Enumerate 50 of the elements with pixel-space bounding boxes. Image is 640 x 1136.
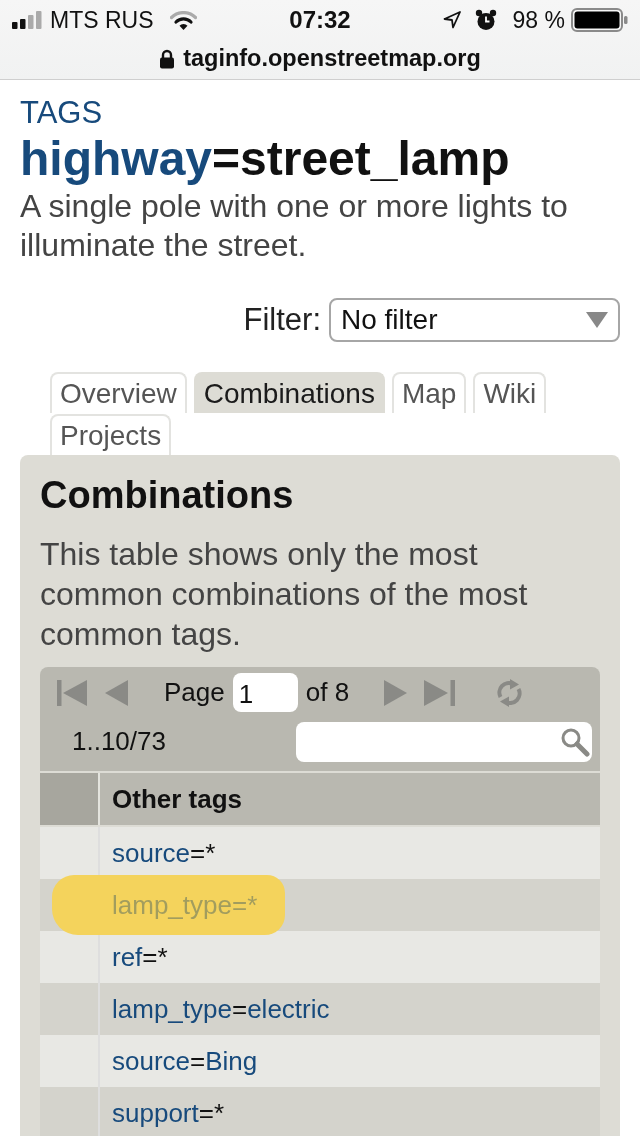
range-text: 1..10/73 bbox=[71, 725, 166, 758]
url-text[interactable]: taginfo.openstreetmap.org bbox=[183, 41, 481, 77]
location-arrow-icon bbox=[442, 11, 461, 29]
tag-value-link[interactable]: electric bbox=[247, 993, 330, 1024]
tag-key-link[interactable]: support bbox=[112, 1097, 199, 1128]
caret-icon bbox=[586, 312, 608, 329]
tag-key-link[interactable]: lamp_type bbox=[112, 993, 232, 1024]
tag-text: source=Bing bbox=[112, 1045, 258, 1076]
alarm-clock-icon bbox=[474, 9, 497, 31]
filter-select[interactable]: No filter bbox=[329, 298, 620, 343]
tag-key-link[interactable]: source bbox=[112, 837, 191, 868]
panel-title: Combinations bbox=[40, 474, 295, 515]
clock-time: 07:32 bbox=[289, 5, 351, 35]
carrier-name: MTS RUS bbox=[50, 5, 154, 35]
previous-page-icon[interactable] bbox=[105, 677, 128, 708]
lock-icon bbox=[159, 49, 176, 69]
tab[interactable]: Wiki bbox=[473, 371, 547, 413]
tag-key-link[interactable]: ref bbox=[112, 941, 143, 972]
signal-icon bbox=[12, 11, 42, 29]
page-count: of 8 bbox=[305, 676, 350, 709]
refresh-icon[interactable] bbox=[496, 677, 524, 708]
search-field[interactable] bbox=[296, 721, 592, 762]
tag-title: highway=street_lamp bbox=[20, 131, 511, 187]
first-page-icon[interactable] bbox=[57, 677, 87, 708]
tags-link[interactable]: TAGS bbox=[20, 94, 103, 131]
tag-text: support=* bbox=[112, 1097, 225, 1128]
tag-text: lamp_type=* bbox=[112, 889, 258, 920]
tab[interactable]: Combinations bbox=[193, 371, 385, 413]
tag-value-link[interactable]: Bing bbox=[205, 1045, 258, 1076]
tag-description: A single pole with one or more lights to illuminate the street. bbox=[20, 187, 569, 265]
filter-label: Filter: bbox=[243, 301, 321, 339]
tag-text: lamp_type=electric bbox=[112, 993, 330, 1024]
tag-key-link[interactable]: highway bbox=[20, 132, 213, 185]
next-page-icon[interactable] bbox=[384, 677, 408, 708]
tag-text: ref=* bbox=[112, 941, 168, 972]
header-corner-cell bbox=[40, 772, 98, 825]
tab[interactable]: Map bbox=[391, 371, 467, 413]
last-page-icon[interactable] bbox=[424, 677, 456, 708]
tag-key-link[interactable]: source bbox=[112, 1045, 191, 1076]
panel-intro: This table shows only the most common combinations of the most common tags. bbox=[40, 534, 529, 654]
tab[interactable]: Overview bbox=[50, 371, 187, 413]
page-label: Page bbox=[164, 676, 225, 709]
wifi-icon bbox=[169, 10, 197, 30]
page-input[interactable]: 1 bbox=[232, 673, 298, 712]
search-icon[interactable] bbox=[560, 726, 590, 757]
battery-percent: 98 % bbox=[512, 5, 565, 35]
column-header[interactable]: Other tags bbox=[98, 772, 600, 825]
battery-icon bbox=[571, 8, 628, 32]
tag-text: source=* bbox=[112, 837, 216, 868]
tab[interactable]: Projects bbox=[50, 413, 172, 455]
